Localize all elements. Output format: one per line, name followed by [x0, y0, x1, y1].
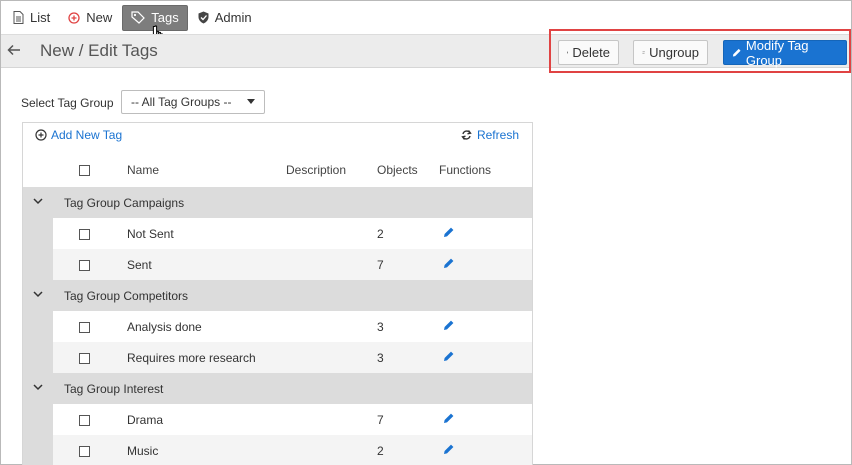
- ungroup-button-label: Ungroup: [649, 45, 699, 60]
- nav-new[interactable]: New: [60, 5, 120, 31]
- tag-group-label: Tag Group Campaigns: [64, 196, 185, 210]
- pencil-icon[interactable]: [443, 226, 455, 238]
- modify-tag-group-label: Modify Tag Group: [745, 37, 809, 68]
- tag-objects: 2: [377, 227, 384, 241]
- tag-name: Drama: [127, 413, 164, 427]
- plus-circle-icon: [68, 11, 80, 24]
- plus-circle-icon: [35, 129, 47, 141]
- row-checkbox[interactable]: [79, 415, 90, 426]
- table-row: Analysis done 3: [23, 311, 532, 342]
- add-new-tag-link[interactable]: Add New Tag: [35, 128, 122, 142]
- row-checkbox[interactable]: [79, 229, 90, 240]
- top-nav: List New Tags Admin: [1, 1, 851, 34]
- pencil-icon[interactable]: [443, 350, 455, 362]
- table-toolbar: Add New Tag Refresh: [23, 123, 532, 148]
- tag-objects: 7: [377, 258, 384, 272]
- modify-tag-group-button[interactable]: Modify Tag Group: [723, 37, 847, 68]
- select-tag-group-label: Select Tag Group: [21, 96, 114, 110]
- arrow-left-icon[interactable]: [7, 44, 21, 56]
- refresh-icon: [461, 130, 472, 140]
- tag-group-row[interactable]: Tag Group Campaigns: [23, 187, 532, 218]
- delete-button-label: Delete: [572, 45, 610, 60]
- tag-group-label: Tag Group Competitors: [64, 289, 189, 303]
- ungroup-button[interactable]: Ungroup: [633, 40, 708, 65]
- tag-name: Music: [127, 444, 159, 458]
- nav-tags-label: Tags: [151, 10, 179, 25]
- page-title: New / Edit Tags: [40, 41, 158, 60]
- ungroup-icon: [642, 51, 645, 54]
- row-checkbox[interactable]: [79, 353, 90, 364]
- column-functions: Functions: [439, 163, 492, 177]
- pencil-icon[interactable]: [443, 257, 455, 269]
- row-checkbox[interactable]: [79, 260, 90, 271]
- delete-button[interactable]: Delete: [558, 40, 619, 65]
- nav-list-label: List: [30, 10, 51, 25]
- tag-name: Requires more research: [127, 351, 256, 365]
- tag-objects: 3: [377, 351, 384, 365]
- pencil-icon[interactable]: [443, 412, 455, 424]
- select-all-checkbox[interactable]: [79, 165, 90, 176]
- caret-down-icon: [247, 99, 255, 104]
- nav-admin[interactable]: Admin: [190, 5, 260, 31]
- column-objects: Objects: [377, 163, 418, 177]
- add-new-tag-label: Add New Tag: [51, 128, 123, 142]
- shield-check-icon: [198, 11, 209, 24]
- row-checkbox[interactable]: [79, 322, 90, 333]
- tag-group-select[interactable]: -- All Tag Groups --: [121, 90, 265, 114]
- column-description: Description: [286, 163, 347, 177]
- tag-objects: 7: [377, 413, 384, 427]
- tag-objects: 2: [377, 444, 384, 458]
- tag-name: Analysis done: [127, 320, 202, 334]
- table-row: Sent 7: [23, 249, 532, 280]
- tag-objects: 3: [377, 320, 384, 334]
- page-header: New / Edit Tags Delete Ungroup Modify Ta…: [1, 34, 851, 68]
- pencil-icon[interactable]: [443, 319, 455, 331]
- chevron-down-icon[interactable]: [33, 291, 43, 298]
- row-checkbox[interactable]: [79, 446, 90, 457]
- tag-name: Sent: [127, 258, 152, 272]
- table-row: Music 2: [23, 435, 532, 465]
- tags-table: Add New Tag Refresh Name Description Obj…: [22, 122, 533, 465]
- tag-group-row[interactable]: Tag Group Interest: [23, 373, 532, 404]
- trash-icon: [567, 51, 569, 54]
- chevron-down-icon[interactable]: [33, 384, 43, 391]
- column-name: Name: [127, 163, 160, 177]
- chevron-down-icon[interactable]: [33, 198, 43, 205]
- pencil-icon: [732, 48, 741, 57]
- refresh-link[interactable]: Refresh: [461, 128, 519, 142]
- tag-group-row[interactable]: Tag Group Competitors: [23, 280, 532, 311]
- tag-icon: [131, 11, 146, 24]
- table-row: Not Sent 2: [23, 218, 532, 249]
- tag-group-select-value: -- All Tag Groups --: [131, 95, 232, 109]
- table-row: Requires more research 3: [23, 342, 532, 373]
- refresh-label: Refresh: [476, 128, 519, 142]
- nav-admin-label: Admin: [214, 10, 252, 25]
- document-icon: [13, 11, 24, 24]
- tag-name: Not Sent: [127, 227, 174, 241]
- nav-new-label: New: [86, 10, 113, 25]
- table-row: Drama 7: [23, 404, 532, 435]
- tag-group-label: Tag Group Interest: [64, 382, 164, 396]
- table-header: Name Description Objects Functions: [23, 153, 532, 186]
- pencil-icon[interactable]: [443, 443, 455, 455]
- nav-list[interactable]: List: [5, 5, 58, 31]
